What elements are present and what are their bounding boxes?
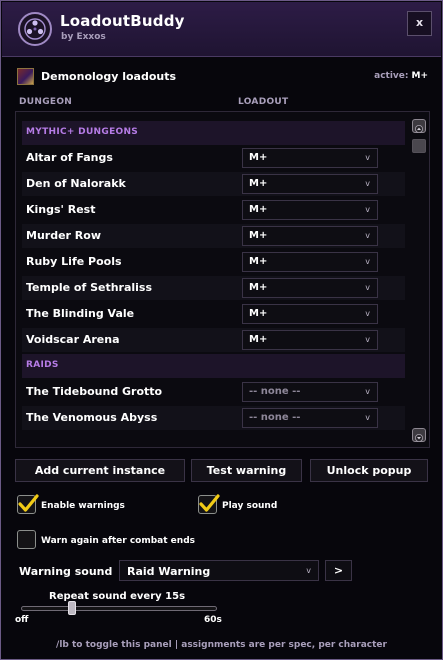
dungeon-name: Kings' Rest [26,203,96,216]
loadout-dropdown[interactable]: -- none -- v [242,408,378,428]
chevron-down-icon [415,434,423,442]
add-current-instance-button[interactable]: Add current instance [15,459,185,482]
scroll-up-button[interactable] [412,119,426,133]
list-item: Murder Row M+ v [22,224,405,248]
chevron-down-icon: v [365,179,370,188]
chevron-down-icon: v [365,205,370,214]
loadout-dropdown[interactable]: M+ v [242,252,378,272]
chevron-down-icon: v [365,413,370,422]
dropdown-value: M+ [249,282,268,293]
dungeon-name: The Venomous Abyss [26,411,158,424]
chevron-down-icon: v [365,257,370,266]
play-sound-checkbox[interactable] [198,494,220,514]
close-button[interactable]: x [407,11,432,36]
scrollbar-thumb[interactable] [412,139,426,153]
dropdown-value: M+ [249,204,268,215]
loadout-dropdown[interactable]: -- none -- v [242,382,378,402]
dungeon-name: Den of Nalorakk [26,177,126,190]
list-item: Temple of Sethraliss M+ v [22,276,405,300]
section-header-raids: RAIDS [22,354,405,378]
loadout-dropdown[interactable]: M+ v [242,200,378,220]
loadout-dropdown[interactable]: M+ v [242,330,378,350]
checkmark-icon [199,494,220,512]
instance-list: MYTHIC+ DUNGEONS Altar of Fangs M+ v Den… [15,111,430,448]
chevron-down-icon: v [365,387,370,396]
checkmark-icon [18,494,39,512]
dropdown-value: M+ [249,178,268,189]
chevron-down-icon: v [365,153,370,162]
dropdown-value: -- none -- [249,412,301,423]
list-item: Den of Nalorakk M+ v [22,172,405,196]
app-author: by Exxos [61,32,106,42]
loadout-dropdown[interactable]: M+ v [242,148,378,168]
slider-min-label: off [15,615,29,625]
warn-again-label: Warn again after combat ends [41,536,195,546]
list-item: Altar of Fangs M+ v [22,146,405,170]
play-sound-preview-button[interactable]: > [325,560,352,581]
enable-warnings-checkbox[interactable] [17,494,39,514]
loadout-dropdown[interactable]: M+ v [242,278,378,298]
active-label: active: [374,71,409,81]
dropdown-value: M+ [249,152,268,163]
list-item: The Blinding Vale M+ v [22,302,405,326]
dungeon-name: Temple of Sethraliss [26,281,153,294]
list-item: Voidscar Arena M+ v [22,328,405,352]
dropdown-value: M+ [249,256,268,267]
repeat-slider-track[interactable] [21,606,217,611]
chevron-down-icon: v [365,335,370,344]
list-item: Ruby Life Pools M+ v [22,250,405,274]
play-sound-label: Play sound [222,501,278,511]
chevron-up-icon [415,125,423,133]
loadoutbuddy-window: LoadoutBuddy by Exxos x Demonology loado… [0,0,443,660]
addon-logo-icon [18,12,52,46]
dungeon-name: Altar of Fangs [26,151,113,164]
column-header-dungeon: DUNGEON [19,97,73,107]
demonology-spec-icon [17,68,34,85]
loadout-dropdown[interactable]: M+ v [242,226,378,246]
warn-again-checkbox[interactable] [17,530,36,549]
title-bar[interactable]: LoadoutBuddy by Exxos x [2,2,441,57]
test-warning-button[interactable]: Test warning [191,459,302,482]
dropdown-value: M+ [249,334,268,345]
dungeon-name: Voidscar Arena [26,333,120,346]
warning-sound-label: Warning sound [19,565,113,578]
app-title: LoadoutBuddy [60,12,185,30]
dungeon-name: Murder Row [26,229,101,242]
slider-max-label: 60s [204,615,222,625]
dropdown-value: Raid Warning [127,565,211,578]
list-item: The Venomous Abyss -- none -- v [22,406,405,430]
spec-header: Demonology loadouts active: M+ [17,68,428,86]
repeat-slider-thumb[interactable] [68,601,76,615]
footer-hint: /lb to toggle this panel | assignments a… [56,640,387,650]
section-header-mythic-plus: MYTHIC+ DUNGEONS [22,121,405,145]
column-header-loadout: LOADOUT [238,97,289,107]
chevron-down-icon: v [365,309,370,318]
active-loadout-indicator: active: M+ [374,71,428,81]
list-item: Kings' Rest M+ v [22,198,405,222]
active-value: M+ [411,71,429,81]
dropdown-value: M+ [249,230,268,241]
dropdown-value: -- none -- [249,386,301,397]
section-label: MYTHIC+ DUNGEONS [26,127,139,137]
dungeon-name: The Blinding Vale [26,307,135,320]
spec-title: Demonology loadouts [41,70,177,83]
dropdown-value: M+ [249,308,268,319]
loadout-dropdown[interactable]: M+ v [242,304,378,324]
dungeon-name: Ruby Life Pools [26,255,122,268]
chevron-down-icon: v [306,566,311,575]
scroll-down-button[interactable] [412,428,426,442]
section-label: RAIDS [26,360,59,370]
unlock-popup-button[interactable]: Unlock popup [310,459,428,482]
loadout-dropdown[interactable]: M+ v [242,174,378,194]
warning-sound-dropdown[interactable]: Raid Warning v [119,560,319,581]
dungeon-name: The Tidebound Grotto [26,385,163,398]
enable-warnings-label: Enable warnings [41,501,125,511]
list-item: The Tidebound Grotto -- none -- v [22,380,405,404]
chevron-down-icon: v [365,231,370,240]
chevron-down-icon: v [365,283,370,292]
